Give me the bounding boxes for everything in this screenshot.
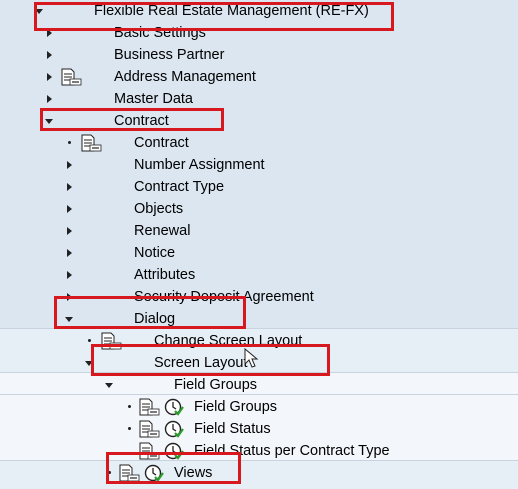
tree-node-views[interactable]: Views <box>0 462 518 484</box>
tree-node-label: Business Partner <box>114 47 225 63</box>
img-doc-icon[interactable] <box>80 134 102 152</box>
triangle-down-icon[interactable] <box>104 378 114 392</box>
tree-node-label: Contract <box>134 135 189 151</box>
tree-node-label: Field Groups <box>194 399 278 415</box>
bullet-dot <box>68 141 71 144</box>
bullet-dot <box>88 339 91 342</box>
tree-node-renewal[interactable]: Renewal <box>0 220 518 242</box>
tree-node-business-partner[interactable]: Business Partner <box>0 44 518 66</box>
tree-node-notice[interactable]: Notice <box>0 242 518 264</box>
tree-node-label: Field Groups <box>174 377 258 393</box>
tree-node-label: Field Status <box>194 421 271 437</box>
triangle-right-icon[interactable] <box>64 246 74 260</box>
tree-node-contract-type[interactable]: Contract Type <box>0 176 518 198</box>
tree-node-label: Objects <box>134 201 184 217</box>
tree-node-number-assignment[interactable]: Number Assignment <box>0 154 518 176</box>
mouse-pointer-icon <box>244 348 259 368</box>
tree-node-address-management[interactable]: Address Management <box>0 66 518 88</box>
triangle-right-icon[interactable] <box>64 268 74 282</box>
highlight-box-views <box>106 452 241 484</box>
tree-node-label: Renewal <box>134 223 191 239</box>
sap-img-tree: Flexible Real Estate Management (RE-FX) … <box>0 0 518 489</box>
tree-node-label: Attributes <box>134 267 196 283</box>
bullet-dot <box>128 405 131 408</box>
triangle-right-icon[interactable] <box>64 158 74 172</box>
img-doc-icon[interactable] <box>60 68 82 86</box>
tree-node-master-data[interactable]: Master Data <box>0 88 518 110</box>
tree-node-field-groups-folder[interactable]: Field Groups <box>0 374 518 396</box>
clock-check-icon[interactable] <box>164 398 184 417</box>
triangle-right-icon[interactable] <box>44 48 54 62</box>
highlight-box-re-fx <box>34 2 394 31</box>
tree-node-field-groups-activity[interactable]: Field Groups <box>0 396 518 418</box>
triangle-right-icon[interactable] <box>44 70 54 84</box>
tree-node-label: Notice <box>134 245 176 261</box>
tree-node-contract-activity[interactable]: Contract <box>0 132 518 154</box>
img-doc-icon[interactable] <box>138 398 160 416</box>
tree-node-objects[interactable]: Objects <box>0 198 518 220</box>
triangle-right-icon[interactable] <box>64 202 74 216</box>
highlight-box-dialog <box>54 296 246 329</box>
img-doc-icon[interactable] <box>138 420 160 438</box>
triangle-right-icon[interactable] <box>64 180 74 194</box>
clock-check-icon[interactable] <box>164 420 184 439</box>
tree-node-label: Master Data <box>114 91 193 107</box>
tree-node-field-status[interactable]: Field Status <box>0 418 518 440</box>
triangle-right-icon[interactable] <box>44 92 54 106</box>
highlight-box-contract <box>40 108 224 131</box>
tree-node-label: Contract Type <box>134 179 225 195</box>
triangle-right-icon[interactable] <box>64 224 74 238</box>
bullet-dot <box>128 427 131 430</box>
tree-node-label: Number Assignment <box>134 157 265 173</box>
tree-node-attributes[interactable]: Attributes <box>0 264 518 286</box>
highlight-box-screen-layout <box>91 344 330 376</box>
tree-node-field-status-per-contract-type[interactable]: Field Status per Contract Type <box>0 440 518 462</box>
tree-node-label: Address Management <box>114 69 256 85</box>
